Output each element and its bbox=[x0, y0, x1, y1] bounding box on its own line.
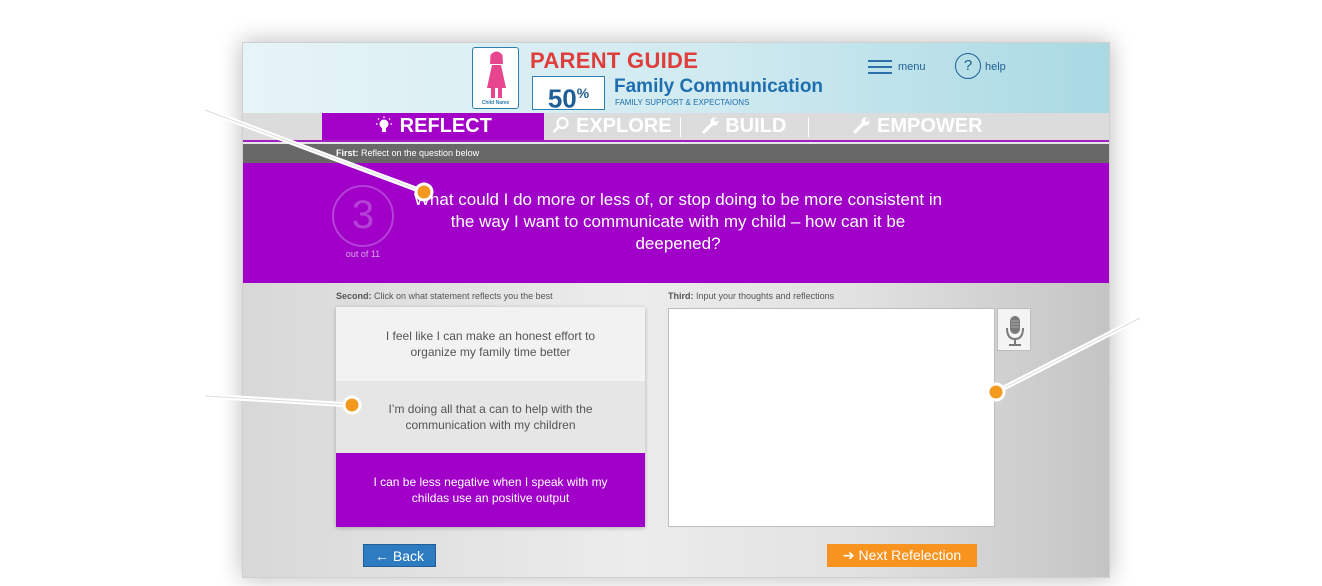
question-number: 3 bbox=[332, 185, 394, 247]
tab-explore-label: EXPLORE bbox=[575, 115, 672, 137]
percent-symbol: % bbox=[576, 85, 590, 101]
wrench-icon bbox=[702, 117, 719, 134]
hamburger-menu-icon[interactable] bbox=[868, 60, 892, 75]
back-button-label: Back bbox=[392, 548, 424, 564]
instruction-first-bold: First: bbox=[336, 148, 359, 158]
menu-label[interactable]: menu bbox=[898, 61, 926, 73]
statement-list: I feel like I can make an honest effort … bbox=[336, 307, 645, 527]
app-stage: Child Name PARENT GUIDE 50% Family Commu… bbox=[0, 0, 1322, 586]
tab-reflect[interactable]: REFLECT bbox=[322, 113, 544, 140]
statement-option[interactable]: I feel like I can make an honest effort … bbox=[336, 307, 645, 381]
instruction-second-text: Click on what statement reflects you the… bbox=[371, 291, 553, 301]
statement-option-selected[interactable]: I can be less negative when I speak with… bbox=[336, 453, 645, 527]
instruction-second-bold: Second: bbox=[336, 291, 372, 301]
topic-subtitle: FAMILY SUPPORT & EXPECTAIONS bbox=[615, 98, 750, 107]
next-reflection-button[interactable]: ➔ Next Refelection bbox=[827, 544, 977, 567]
response-area: Second: Click on what statement reflects… bbox=[243, 283, 1109, 577]
progress-percent: 50 bbox=[547, 83, 577, 114]
magnifier-icon bbox=[553, 116, 570, 133]
app-window: Child Name PARENT GUIDE 50% Family Commu… bbox=[242, 42, 1110, 578]
step-tabs: REFLECT EXPLORE BUILD EMPOWER bbox=[243, 113, 1109, 142]
statement-option[interactable]: I’m doing all that a can to help with th… bbox=[336, 381, 645, 453]
tab-build[interactable]: BUILD bbox=[680, 113, 808, 140]
girl-icon bbox=[487, 51, 506, 98]
question-panel: 3 out of 11 What could I do more or less… bbox=[243, 163, 1109, 283]
reflection-input[interactable] bbox=[668, 308, 995, 527]
question-count: out of 11 bbox=[345, 249, 381, 259]
tab-empower[interactable]: EMPOWER bbox=[808, 113, 1028, 140]
child-avatar[interactable]: Child Name bbox=[472, 47, 519, 109]
instruction-second: Second: Click on what statement reflects… bbox=[336, 291, 553, 301]
microphone-icon bbox=[1006, 316, 1024, 346]
guide-title: PARENT GUIDE bbox=[530, 48, 699, 73]
instruction-first: First: Reflect on the question below bbox=[243, 144, 1109, 163]
tab-build-label: BUILD bbox=[725, 115, 787, 137]
tab-empower-label: EMPOWER bbox=[877, 115, 983, 137]
instruction-first-text: Reflect on the question below bbox=[358, 148, 480, 158]
next-button-label: Next Refelection bbox=[858, 547, 962, 563]
topic-title: Family Communication bbox=[614, 76, 824, 97]
tab-explore[interactable]: EXPLORE bbox=[544, 113, 680, 140]
arrow-left-icon: ← bbox=[374, 548, 389, 564]
help-icon[interactable]: ? bbox=[955, 53, 981, 79]
instruction-third-bold: Third: bbox=[668, 291, 694, 301]
instruction-third-text: Input your thoughts and reflections bbox=[693, 291, 835, 301]
header: Child Name PARENT GUIDE 50% Family Commu… bbox=[243, 43, 1109, 114]
question-text: What could I do more or less of, or stop… bbox=[413, 190, 943, 253]
arrow-right-icon: ➔ bbox=[842, 547, 855, 563]
back-button[interactable]: ← Back bbox=[363, 544, 436, 567]
tab-reflect-label: REFLECT bbox=[399, 115, 492, 137]
wrench-icon bbox=[853, 117, 870, 134]
lightbulb-icon bbox=[376, 116, 393, 132]
instruction-third: Third: Input your thoughts and reflectio… bbox=[668, 291, 834, 301]
progress-percent-box: 50% bbox=[532, 76, 605, 114]
microphone-button[interactable] bbox=[997, 308, 1031, 351]
avatar-label: Child Name bbox=[481, 100, 510, 106]
help-label[interactable]: help bbox=[985, 61, 1006, 73]
